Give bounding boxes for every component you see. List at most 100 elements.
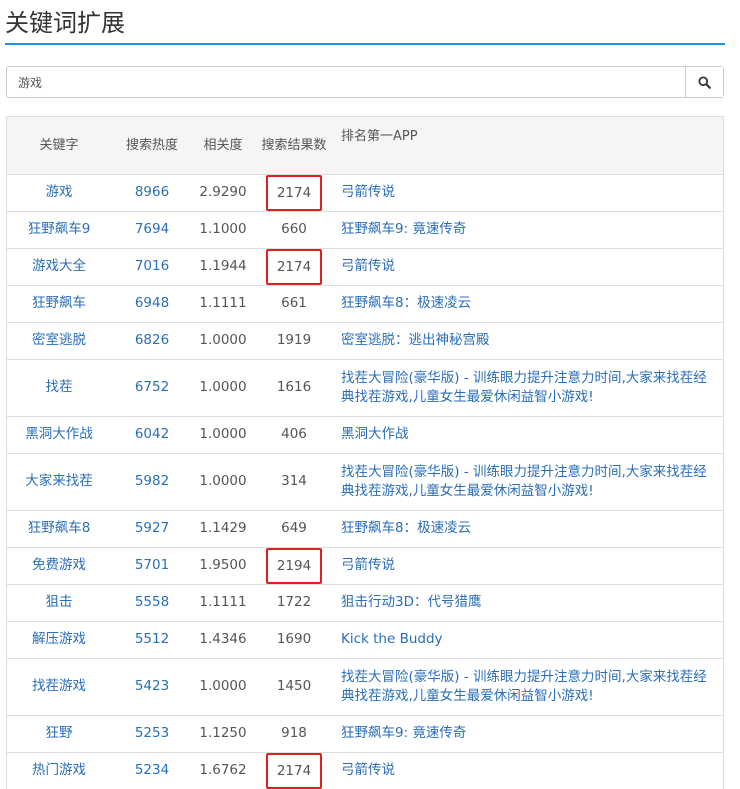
search-heat-link[interactable]: 6752 <box>135 379 169 395</box>
keyword-link[interactable]: 黑洞大作战 <box>25 426 93 442</box>
result-count: 1450 <box>276 678 312 694</box>
search-bar <box>6 66 724 98</box>
search-heat-link[interactable]: 6948 <box>135 295 169 311</box>
keyword-link[interactable]: 热门游戏 <box>32 762 86 778</box>
search-icon <box>698 75 711 89</box>
relevance-value: 1.9500 <box>199 557 247 573</box>
search-heat-link[interactable]: 8966 <box>135 184 169 200</box>
top-app-link[interactable]: 找茬大冒险(豪华版) - 训练眼力提升注意力时间,大家来找茬经典找茬游戏,儿童女… <box>341 669 707 704</box>
result-count: 1616 <box>276 379 312 395</box>
search-heat-link[interactable]: 5701 <box>135 557 169 573</box>
result-count: 918 <box>281 725 307 741</box>
result-count: 1722 <box>276 594 312 610</box>
relevance-value: 1.1429 <box>199 520 247 536</box>
title-underline <box>5 43 725 45</box>
relevance-value: 1.0000 <box>199 379 247 395</box>
header-top-app[interactable]: 排名第一APP <box>335 117 723 174</box>
keyword-link[interactable]: 狂野 <box>46 725 73 741</box>
result-count: 406 <box>281 426 307 442</box>
table-row: 游戏 8966 2.9290 2174 弓箭传说 <box>7 173 723 211</box>
header-relevance[interactable]: 相关度 <box>193 117 253 174</box>
relevance-value: 1.1111 <box>199 295 247 311</box>
relevance-value: 1.4346 <box>199 631 247 647</box>
search-heat-link[interactable]: 5423 <box>135 678 169 694</box>
header-search-heat[interactable]: 搜索热度 <box>111 117 193 174</box>
top-app-link[interactable]: 弓箭传说 <box>341 184 395 200</box>
top-app-link[interactable]: 弓箭传说 <box>341 258 395 274</box>
table-row: 找茬 6752 1.0000 1616 找茬大冒险(豪华版) - 训练眼力提升注意力时间… <box>7 358 723 416</box>
keyword-link[interactable]: 狂野飙车 <box>32 295 86 311</box>
keyword-link[interactable]: 找茬游戏 <box>32 678 86 694</box>
result-count: 1690 <box>276 631 312 647</box>
search-heat-link[interactable]: 5234 <box>135 762 169 778</box>
relevance-value: 1.0000 <box>199 332 247 348</box>
relevance-value: 1.1111 <box>199 594 247 610</box>
keyword-link[interactable]: 免费游戏 <box>32 557 86 573</box>
search-heat-link[interactable]: 5982 <box>135 473 169 489</box>
relevance-value: 1.6762 <box>199 762 247 779</box>
header-keyword[interactable]: 关键字 <box>7 117 111 174</box>
page-title: 关键词扩展 <box>5 9 125 37</box>
search-heat-link[interactable]: 5253 <box>135 725 169 741</box>
search-button[interactable] <box>685 67 723 97</box>
search-heat-link[interactable]: 6042 <box>135 426 169 442</box>
search-input[interactable] <box>7 67 685 97</box>
keyword-link[interactable]: 游戏 <box>46 184 73 200</box>
table-row: 狂野 5253 1.1250 918 狂野飙车9: 竟速传奇 <box>7 714 723 752</box>
result-count-highlighted: 2194 <box>265 547 323 584</box>
result-count-highlighted: 2174 <box>265 248 323 285</box>
keyword-link[interactable]: 找茬 <box>46 379 73 395</box>
top-app-link[interactable]: 密室逃脱：逃出神秘宫殿 <box>341 332 490 348</box>
keyword-link[interactable]: 大家来找茬 <box>25 473 93 489</box>
result-count: 661 <box>281 295 307 311</box>
table-row: 游戏大全 7016 1.1944 2174 弓箭传说 <box>7 247 723 285</box>
relevance-value: 1.0000 <box>199 473 247 489</box>
top-app-link[interactable]: 狙击行动3D：代号猎鹰 <box>341 594 481 610</box>
result-count-highlighted: 2174 <box>265 752 323 789</box>
top-app-link[interactable]: 弓箭传说 <box>341 557 395 573</box>
table-row: 狂野飙车8 5927 1.1429 649 狂野飙车8：极速凌云 <box>7 509 723 547</box>
relevance-value: 2.9290 <box>199 184 247 200</box>
search-heat-link[interactable]: 7694 <box>135 221 169 237</box>
table-row: 大家来找茬 5982 1.0000 314 找茬大冒险(豪华版) - 训练眼力提升注意力… <box>7 452 723 510</box>
relevance-value: 1.0000 <box>199 678 247 694</box>
top-app-link[interactable]: 狂野飙车8：极速凌云 <box>341 520 471 536</box>
keyword-link[interactable]: 解压游戏 <box>32 631 86 647</box>
table-row: 狂野飙车 6948 1.1111 661 狂野飙车8：极速凌云 <box>7 284 723 322</box>
keyword-link[interactable]: 密室逃脱 <box>32 332 86 348</box>
table-row: 免费游戏 5701 1.9500 2194 弓箭传说 <box>7 546 723 584</box>
result-count: 314 <box>281 473 307 489</box>
top-app-link[interactable]: 狂野飙车9: 竟速传奇 <box>341 221 466 237</box>
table-row: 解压游戏 5512 1.4346 1690 Kick the Buddy <box>7 620 723 658</box>
keyword-link[interactable]: 狂野飙车8 <box>28 520 91 536</box>
top-app-link[interactable]: 黑洞大作战 <box>341 426 409 442</box>
result-count: 649 <box>281 520 307 536</box>
top-app-link[interactable]: 狂野飙车9: 竟速传奇 <box>341 725 466 741</box>
top-app-link[interactable]: 找茬大冒险(豪华版) - 训练眼力提升注意力时间,大家来找茬经典找茬游戏,儿童女… <box>341 464 707 499</box>
top-app-link[interactable]: 狂野飙车8：极速凌云 <box>341 295 471 311</box>
table-row: 狂野飙车9 7694 1.1000 660 狂野飙车9: 竟速传奇 <box>7 210 723 248</box>
top-app-link[interactable]: Kick the Buddy <box>341 631 443 647</box>
result-count: 1919 <box>276 332 312 348</box>
search-heat-link[interactable]: 6826 <box>135 332 169 348</box>
keyword-link[interactable]: 游戏大全 <box>32 258 86 274</box>
search-heat-link[interactable]: 7016 <box>135 258 169 274</box>
relevance-value: 1.1250 <box>199 725 247 741</box>
table-row: 热门游戏 5234 1.6762 2174 弓箭传说 <box>7 751 723 789</box>
table-row: 密室逃脱 6826 1.0000 1919 密室逃脱：逃出神秘宫殿 <box>7 321 723 359</box>
top-app-link[interactable]: 弓箭传说 <box>341 762 395 778</box>
keyword-link[interactable]: 狂野飙车9 <box>28 221 91 237</box>
header-result-count[interactable]: 搜索结果数 <box>253 117 335 174</box>
table-row: 找茬游戏 5423 1.0000 1450 找茬大冒险(豪华版) - 训练眼力提升注意力… <box>7 657 723 715</box>
result-count: 660 <box>281 221 307 237</box>
table-header-row: 关键字 搜索热度 相关度 搜索结果数 排名第一APP <box>7 117 723 174</box>
relevance-value: 1.1000 <box>199 221 247 237</box>
keyword-table: 关键字 搜索热度 相关度 搜索结果数 排名第一APP 游戏 8966 2.9290 2… <box>6 116 724 789</box>
search-heat-link[interactable]: 5512 <box>135 631 169 647</box>
search-heat-link[interactable]: 5558 <box>135 594 169 610</box>
search-heat-link[interactable]: 5927 <box>135 520 169 536</box>
relevance-value: 1.0000 <box>199 426 247 442</box>
table-row: 狙击 5558 1.1111 1722 狙击行动3D：代号猎鹰 <box>7 583 723 621</box>
top-app-link[interactable]: 找茬大冒险(豪华版) - 训练眼力提升注意力时间,大家来找茬经典找茬游戏,儿童女… <box>341 370 707 405</box>
keyword-link[interactable]: 狙击 <box>46 594 73 610</box>
